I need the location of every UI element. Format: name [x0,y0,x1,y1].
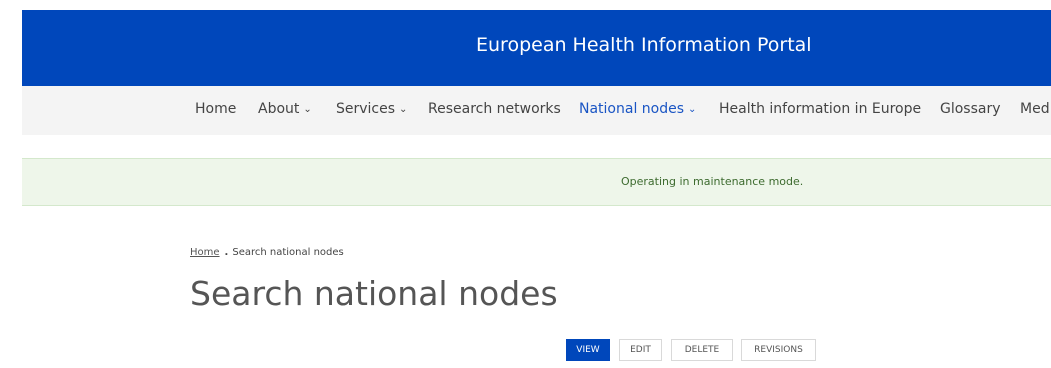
breadcrumb-home-link[interactable]: Home [190,247,220,258]
nav-item-research-networks[interactable]: Research networks [428,101,561,117]
nav-item-label: Services [336,101,396,117]
chevron-down-icon: ⌄ [688,104,697,115]
breadcrumb: Home. Search national nodes [190,247,344,258]
tab-revisions[interactable]: REVISIONS [741,339,816,361]
nav-item-label: Med [1020,101,1050,117]
nav-item-health-information-in-europe[interactable]: Health information in Europe [719,101,921,117]
status-message: Operating in maintenance mode. [22,158,1051,206]
main-nav: Home About ⌄ Services ⌄ Research networks … [22,86,1051,135]
tab-view[interactable]: VIEW [566,339,610,361]
nav-item-label: Health information in Europe [719,101,922,117]
top-strip [0,0,1051,10]
breadcrumb-current: Search national nodes [232,247,344,258]
nav-item-media[interactable]: Med [1020,101,1050,117]
nav-item-label: Glossary [940,101,1001,117]
page-title: Search national nodes [190,274,558,313]
nav-item-about[interactable]: About ⌄ [258,101,312,117]
nav-item-label: About [258,101,300,117]
nav-item-services[interactable]: Services ⌄ [336,101,407,117]
site-header: European Health Information Portal [22,10,1051,86]
nav-item-glossary[interactable]: Glossary [940,101,1001,117]
nav-item-national-nodes[interactable]: National nodes ⌄ [579,101,696,117]
tab-delete[interactable]: DELETE [671,339,733,361]
chevron-down-icon: ⌄ [303,104,312,115]
nav-item-label: National nodes [579,101,685,117]
tab-edit[interactable]: EDIT [619,339,662,361]
nav-item-home[interactable]: Home [195,101,236,117]
status-message-text: Operating in maintenance mode. [621,175,804,188]
chevron-down-icon: ⌄ [399,104,408,115]
site-title[interactable]: European Health Information Portal [476,34,812,56]
nav-item-label: Home [195,101,237,117]
breadcrumb-separator: . [224,247,229,258]
nav-item-label: Research networks [428,101,561,117]
